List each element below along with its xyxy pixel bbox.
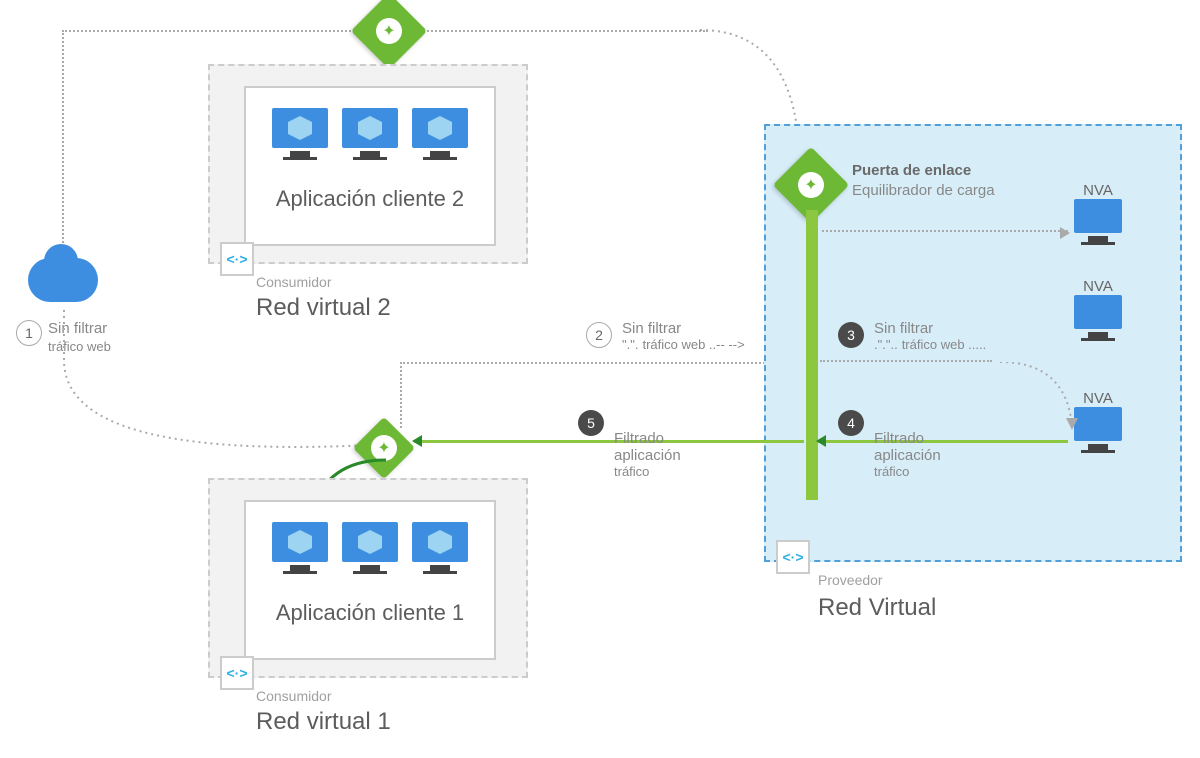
step-2-pre: ".". (622, 337, 638, 352)
step-2-title: Sin filtrar (622, 320, 745, 337)
step-3: 3 Sin filtrar .".".. tráfico web ..... (838, 320, 986, 352)
vm-icon (272, 108, 328, 160)
connector-top-down (62, 30, 64, 262)
gateway-title: Puerta de enlace (852, 162, 971, 179)
vnet2-role: Consumidor (256, 274, 331, 290)
step-5-l1: Filtrado (614, 430, 681, 447)
step-2-sub: tráfico web ..-- --> (642, 337, 744, 352)
vm-icon (412, 108, 468, 160)
vm-icon (342, 522, 398, 574)
connector-top-right-h (408, 30, 708, 32)
connector-step3-right (820, 360, 992, 362)
step-4-badge: 4 (838, 410, 864, 436)
top-load-balancer-icon (362, 4, 416, 58)
step-4-l1: Filtrado (874, 430, 941, 447)
gateway-sub: Equilibrador de carga (852, 182, 995, 199)
step-2-badge: 2 (586, 322, 612, 348)
step-5-l2: aplicación (614, 447, 681, 464)
vm-icon (272, 522, 328, 574)
step-3-title: Sin filtrar (874, 320, 986, 337)
vnet1-monitors (246, 522, 494, 574)
step-4-l3: tráfico (874, 464, 941, 479)
step-4-l2: aplicación (874, 447, 941, 464)
vm-icon (412, 522, 468, 574)
connector-top-left (62, 30, 370, 32)
nva-1: NVA (1074, 182, 1122, 250)
connector-mid-h (400, 362, 800, 364)
vnet1-container: Aplicación cliente 1 <·> (208, 478, 528, 678)
provider-title: Red Virtual (818, 594, 936, 622)
provider-role: Proveedor (818, 572, 883, 588)
connector-cloud-to-lb (60, 310, 380, 470)
gateway-load-balancer-icon (784, 158, 838, 212)
cloud-icon (28, 258, 98, 302)
vnet2-container: Aplicación cliente 2 <·> (208, 64, 528, 264)
connector-to-nva1 (822, 230, 1068, 232)
step-2: 2 Sin filtrar ".". tráfico web ..-- --> (586, 320, 745, 352)
vnet2-app-box: Aplicación cliente 2 (244, 86, 496, 246)
vnet-icon: <·> (776, 540, 810, 574)
gateway-green-bar (806, 210, 818, 500)
vnet1-role: Consumidor (256, 688, 331, 704)
step-5-l3: tráfico (614, 464, 681, 479)
connector-mid-v (400, 362, 402, 428)
vm-icon (342, 108, 398, 160)
step-5-badge: 5 (578, 410, 604, 436)
step-1-badge: 1 (16, 320, 42, 346)
step-3-badge: 3 (838, 322, 864, 348)
vnet1-app-box: Aplicación cliente 1 (244, 500, 496, 660)
step-5: 5 Filtrado aplicación tráfico (578, 410, 681, 479)
diagram-canvas: Aplicación cliente 2 <·> Consumidor Red … (0, 0, 1200, 758)
step-3-sub: tráfico web ..... (902, 337, 987, 352)
vnet2-monitors (246, 108, 494, 160)
vnet-icon: <·> (220, 656, 254, 690)
step-4: 4 Filtrado aplicación tráfico (838, 410, 941, 479)
connector-to-nva3 (996, 362, 1082, 436)
vnet1-title: Red virtual 1 (256, 708, 391, 736)
nva-2: NVA (1074, 278, 1122, 346)
vnet2-app-label: Aplicación cliente 2 (246, 186, 494, 212)
step-3-pre: .".".. (874, 337, 898, 352)
vnet-icon: <·> (220, 242, 254, 276)
vnet1-app-label: Aplicación cliente 1 (246, 600, 494, 626)
